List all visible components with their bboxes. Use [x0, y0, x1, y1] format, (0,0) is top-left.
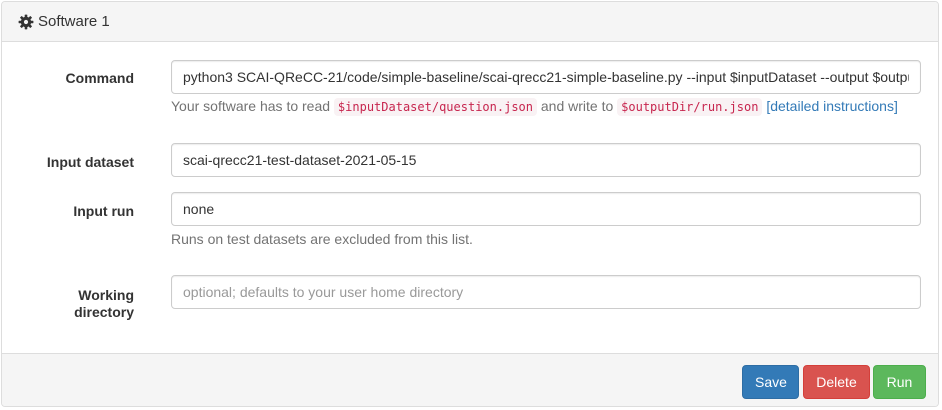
- software-panel: Software 1 Command Your software has to …: [1, 1, 939, 407]
- command-help-middle: and write to: [540, 98, 614, 114]
- working-directory-label-line2: directory: [74, 304, 134, 320]
- panel-title: Software 1: [38, 13, 110, 30]
- panel-heading: Software 1: [2, 2, 938, 42]
- detailed-instructions-link[interactable]: [detailed instructions]: [766, 98, 898, 114]
- input-dataset-label: Input dataset: [46, 154, 134, 170]
- output-path-code: $outputDir/run.json: [617, 98, 763, 116]
- input-run-label: Input run: [73, 203, 134, 219]
- working-directory-label: Working directory: [2, 287, 134, 321]
- gear-icon: [18, 14, 34, 30]
- command-input[interactable]: [171, 60, 921, 94]
- working-directory-input[interactable]: [171, 275, 921, 309]
- panel-footer: Save Delete Run: [2, 353, 938, 406]
- input-path-code: $inputDataset/question.json: [333, 98, 537, 116]
- run-button[interactable]: Run: [873, 365, 926, 399]
- input-run-select[interactable]: [171, 192, 921, 226]
- working-directory-label-line1: Working: [78, 287, 134, 303]
- command-help: Your software has to read $inputDataset/…: [171, 98, 898, 116]
- command-help-prefix: Your software has to read: [171, 98, 331, 114]
- save-button[interactable]: Save: [742, 365, 799, 399]
- command-label: Command: [65, 70, 134, 86]
- delete-button[interactable]: Delete: [803, 365, 870, 399]
- input-dataset-select[interactable]: [171, 143, 921, 177]
- input-run-help: Runs on test datasets are excluded from …: [171, 231, 473, 247]
